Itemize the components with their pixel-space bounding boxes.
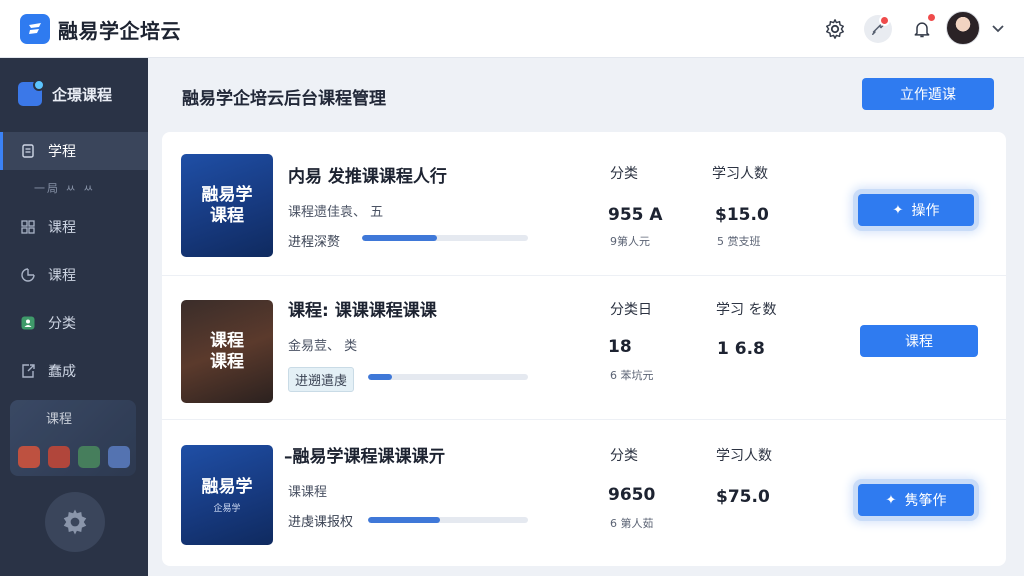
top-header: 融易学企培云 xyxy=(0,0,1024,58)
category-icon xyxy=(21,316,35,330)
learners-subvalue: 5 赏支班 xyxy=(717,235,761,248)
course-button[interactable]: 课程 xyxy=(860,325,978,357)
page-title: 融易学企培云后台课程管理 xyxy=(182,89,386,109)
sidebar-item-label: 课程 xyxy=(48,268,76,284)
course-title[interactable]: 内易 发推课课程人行 xyxy=(288,162,447,187)
learners-header: 学习人数 xyxy=(712,166,768,182)
progress-fill xyxy=(368,517,440,523)
sidebar-settings-button[interactable] xyxy=(45,492,105,552)
sidebar-item-label: 学程 xyxy=(48,144,76,160)
user-avatar[interactable] xyxy=(946,11,980,45)
thumbnail-subtitle: 课程 xyxy=(210,205,244,226)
course-list: 融易学 课程 内易 发推课课程人行 课程遗佳袁、 五 进程深赘 分类 955 A… xyxy=(162,132,1006,566)
sidebar-item-label: 分类 xyxy=(48,316,76,332)
category-header: 分类 xyxy=(610,166,638,182)
sidebar-item-export[interactable]: 蠢成 xyxy=(0,352,148,390)
sidebar-item-label: 课程 xyxy=(48,220,76,236)
thumbnail-title: 融易学 xyxy=(201,184,253,205)
course-subtitle: 课课程 xyxy=(288,485,328,500)
progress-fill xyxy=(368,374,392,380)
learners-value: 1 6.8 xyxy=(717,339,765,359)
button-label: 隽筝作 xyxy=(904,493,947,509)
gear-icon xyxy=(63,509,87,535)
sidebar-item-category[interactable]: 分类 xyxy=(0,304,148,342)
create-course-button[interactable]: 立作遁谋 xyxy=(862,78,994,110)
sidebar-item-courses-stats[interactable]: 课程 xyxy=(0,256,148,294)
progress-bar xyxy=(362,235,528,241)
course-subtitle: 课程遗佳袁、 五 xyxy=(288,205,384,220)
thumbnail-subtitle: 课程 xyxy=(210,351,244,372)
course-row[interactable]: 课程 课程 课程: 课课课程课课 金易荳、 类 进遡遣虔 分类日 18 6 苯坑… xyxy=(162,276,1006,420)
progress-label: 进虔课报权 xyxy=(288,515,354,530)
sidebar-item-label: 蠢成 xyxy=(48,364,76,380)
brand-name[interactable]: 融易学企培云 xyxy=(58,15,181,44)
course-row[interactable]: 融易学 企易学 –融易学课程课课课亓 课课程 进虔课报权 分类 9650 6 第… xyxy=(162,420,1006,566)
sidebar-subtext: 一局 ㅆ ㅆ xyxy=(34,182,96,195)
grid-icon xyxy=(21,220,35,234)
category-value: 9650 xyxy=(608,485,656,505)
learners-header: 学习人数 xyxy=(716,448,772,464)
category-header: 分类日 xyxy=(610,302,652,318)
sparkle-icon: ✦ xyxy=(892,202,904,218)
progress-label: 进遡遣虔 xyxy=(288,367,355,392)
chevron-down-icon[interactable] xyxy=(988,18,1008,38)
logo-icon[interactable] xyxy=(20,14,50,44)
progress-label: 进程深赘 xyxy=(288,235,341,250)
tools-badge xyxy=(879,15,890,26)
progress-fill xyxy=(362,235,437,241)
preview-label: 课程 xyxy=(46,412,73,427)
thumbnail-subtitle: 企易学 xyxy=(213,503,241,514)
sparkle-icon: ✦ xyxy=(885,492,897,508)
progress-bar xyxy=(368,517,528,523)
sidebar-item-courses[interactable]: 课程 xyxy=(0,208,148,246)
tools-icon[interactable] xyxy=(864,15,892,43)
category-subvalue: 6 苯坑元 xyxy=(610,369,654,382)
sidebar-header[interactable]: 企璟课程 xyxy=(18,79,113,106)
sidebar: 企璟课程 学程 一局 ㅆ ㅆ 课程 课程 分类 蠢成 课程 xyxy=(0,58,148,576)
app-tile-icon xyxy=(18,446,40,468)
learners-header: 学习 を数 xyxy=(716,302,777,318)
category-value: 955 A xyxy=(608,205,663,225)
course-title[interactable]: 课程: 课课课程课课 xyxy=(288,296,437,321)
chart-icon xyxy=(21,268,35,282)
course-app-icon xyxy=(18,79,45,106)
settings-icon[interactable] xyxy=(821,15,849,43)
sidebar-title: 企璟课程 xyxy=(52,85,113,104)
course-thumbnail[interactable]: 融易学 课程 xyxy=(181,154,273,257)
operate-button[interactable]: ✦ 隽筝作 xyxy=(858,484,974,516)
category-header: 分类 xyxy=(610,448,638,464)
sidebar-course-preview[interactable]: 课程 xyxy=(10,400,136,476)
operate-button[interactable]: ✦ 操作 xyxy=(858,194,974,226)
notification-badge xyxy=(926,12,937,23)
app-tile-icon xyxy=(108,446,130,468)
progress-bar xyxy=(368,374,528,380)
document-icon xyxy=(22,144,34,158)
notification-icon[interactable] xyxy=(908,12,937,43)
app-tile-icon xyxy=(78,446,100,468)
course-row[interactable]: 融易学 课程 内易 发推课课程人行 课程遗佳袁、 五 进程深赘 分类 955 A… xyxy=(162,132,1006,276)
thumbnail-title: 课程 xyxy=(210,330,244,351)
sidebar-item-study[interactable]: 学程 xyxy=(0,132,148,170)
app-tile-icon xyxy=(48,446,70,468)
learners-value: $15.0 xyxy=(715,205,769,225)
button-label: 操作 xyxy=(911,203,940,219)
thumbnail-title: 融易学 xyxy=(201,476,253,497)
course-title[interactable]: –融易学课程课课课亓 xyxy=(284,442,446,467)
category-value: 18 xyxy=(608,337,632,357)
course-subtitle: 金易荳、 类 xyxy=(288,339,358,354)
course-thumbnail[interactable]: 融易学 企易学 xyxy=(181,445,273,545)
export-icon xyxy=(22,364,35,378)
course-thumbnail[interactable]: 课程 课程 xyxy=(181,300,273,403)
category-subvalue: 9第人元 xyxy=(610,235,650,248)
learners-value: $75.0 xyxy=(716,487,770,507)
category-subvalue: 6 第人茹 xyxy=(610,517,654,530)
